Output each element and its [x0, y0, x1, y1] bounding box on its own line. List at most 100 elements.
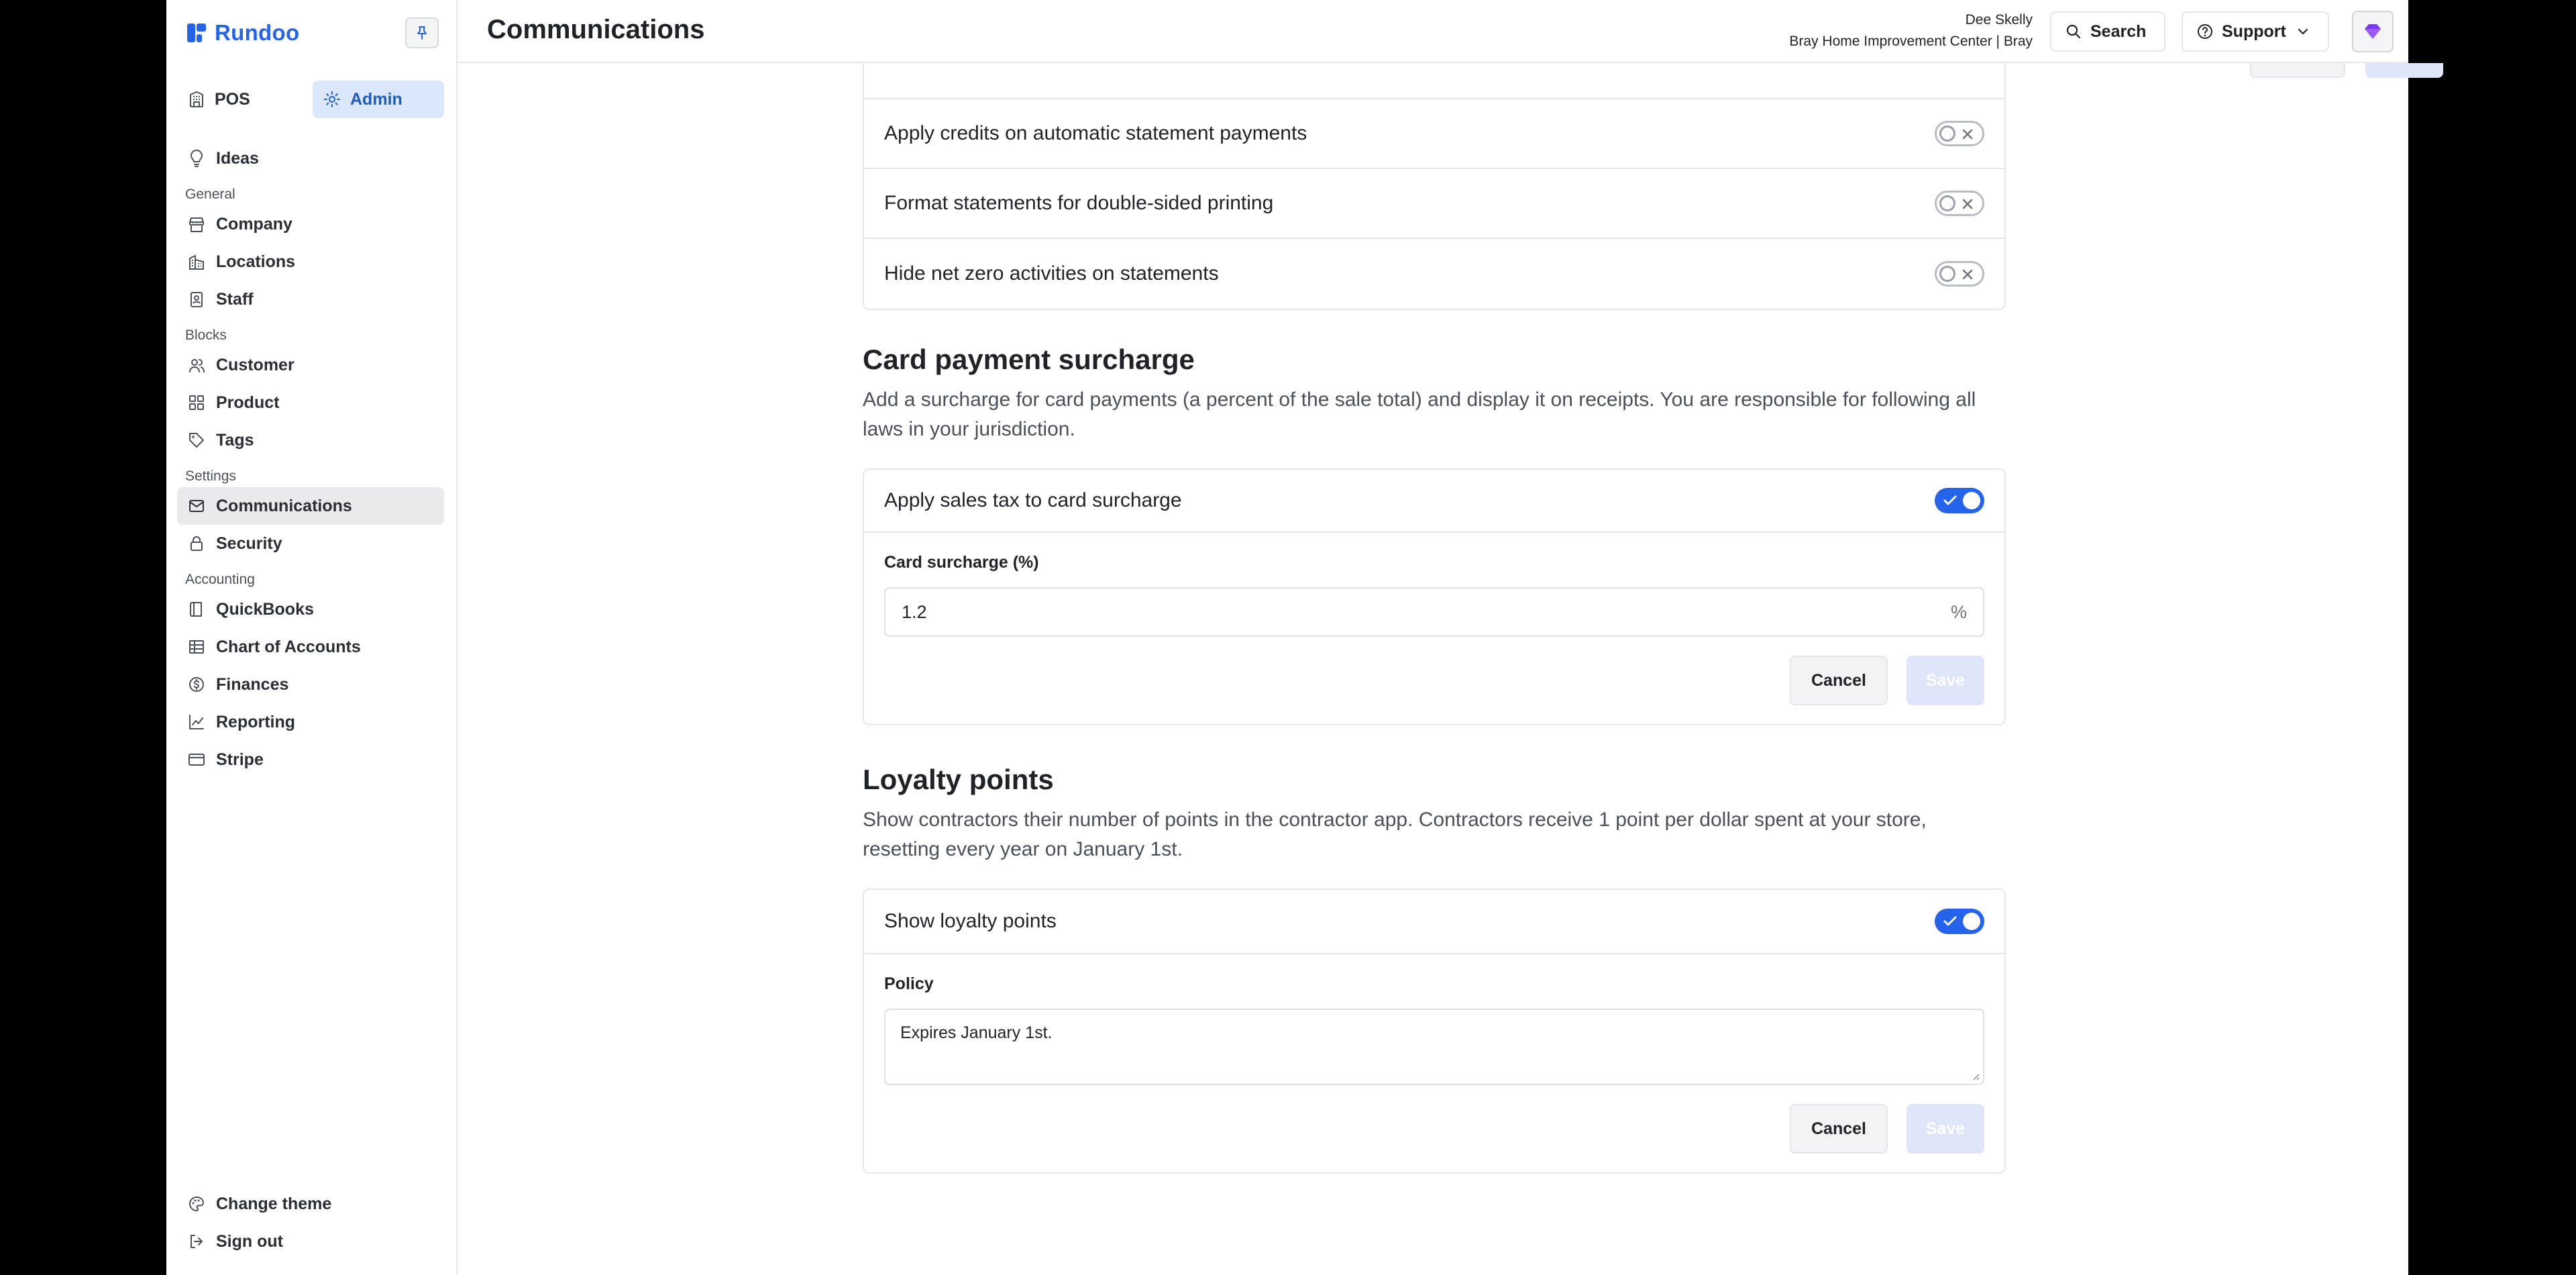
sign-out-button[interactable]: Sign out [177, 1223, 444, 1260]
sidebar-item-company[interactable]: Company [177, 205, 444, 243]
cancel-button[interactable]: Cancel [1790, 1104, 1888, 1154]
sidebar-item-label: Product [216, 393, 280, 412]
sidebar-item-ideas[interactable]: Ideas [177, 140, 444, 177]
sidebar-item-chart-of-accounts[interactable]: Chart of Accounts [177, 628, 444, 666]
page-title: Communications [487, 15, 705, 44]
sidebar-item-finances[interactable]: Finances [177, 666, 444, 703]
storefront-icon [189, 217, 204, 232]
help-circle-icon [2198, 24, 2212, 39]
app-window: Rundoo POS Admin Ideas General Company L… [166, 0, 2443, 1275]
search-icon [2066, 24, 2081, 39]
change-theme-button[interactable]: Change theme [177, 1185, 444, 1223]
policy-textarea[interactable]: Expires January 1st. [884, 1009, 1984, 1085]
sidebar-item-label: Communications [216, 496, 352, 515]
statement-options-card: Apply credits on automatic statement pay… [863, 30, 2006, 310]
loyalty-actions: Cancel Save [864, 1085, 2004, 1172]
users-icon [189, 359, 205, 372]
save-button[interactable]: Save [1907, 1104, 1984, 1154]
card-surcharge-input[interactable]: 1.2 % [884, 587, 1984, 637]
card-surcharge-card: Apply sales tax to card surcharge Card s… [863, 468, 2006, 725]
cancel-button[interactable]: Cancel [1790, 656, 1888, 705]
toggle-show-loyalty-points[interactable] [1935, 909, 1984, 934]
settings-scroll-area[interactable]: Apply credits on automatic statement pay… [458, 0, 2443, 1275]
store-icon [190, 91, 203, 107]
sidebar-item-staff[interactable]: Staff [177, 280, 444, 318]
grid-icon [189, 395, 204, 410]
lightbulb-icon [191, 150, 203, 167]
sidebar-item-communications[interactable]: Communications [177, 487, 444, 525]
sidebar-nav: Ideas General Company Locations Staff Bl… [177, 140, 444, 778]
sidebar-item-customer[interactable]: Customer [177, 346, 444, 384]
surcharge-field: Card surcharge (%) 1.2 % [864, 533, 2004, 637]
sidebar-item-label: Chart of Accounts [216, 637, 361, 656]
pin-sidebar-button[interactable] [405, 17, 439, 48]
sidebar-item-locations[interactable]: Locations [177, 243, 444, 280]
surcharge-tax-label: Apply sales tax to card surcharge [884, 489, 1182, 511]
search-label: Search [2090, 21, 2147, 41]
pin-icon [417, 26, 427, 40]
x-icon [1962, 199, 1973, 209]
rundoo-logo-icon [186, 23, 207, 43]
policy-field-label: Policy [884, 974, 934, 993]
search-button[interactable]: Search [2050, 11, 2165, 52]
support-dropdown[interactable]: Support [2182, 11, 2329, 52]
diamond-logo-icon [2365, 24, 2381, 39]
mode-switch: POS Admin [177, 81, 444, 118]
main-content: Apply credits on automatic statement pay… [458, 0, 2443, 1275]
avatar[interactable] [2352, 11, 2394, 52]
lock-icon [191, 536, 203, 551]
statement-row-label: Apply credits on automatic statement pay… [884, 122, 1307, 144]
check-icon [1943, 916, 1957, 926]
nav-group-accounting: Accounting [185, 572, 255, 587]
book-icon [190, 602, 202, 617]
resize-grip-icon[interactable] [1970, 1070, 1980, 1081]
sidebar-item-reporting[interactable]: Reporting [177, 703, 444, 741]
sidebar-item-stripe[interactable]: Stripe [177, 741, 444, 778]
loyalty-section: Loyalty points Show contractors their nu… [863, 764, 2006, 864]
card-surcharge-value: 1.2 [902, 601, 927, 622]
toggle-apply-sales-tax[interactable] [1935, 488, 1984, 513]
brand[interactable]: Rundoo [186, 20, 299, 46]
sidebar-item-label: Security [216, 533, 282, 553]
toggle-hide-net-zero[interactable] [1935, 261, 1984, 287]
policy-value: Expires January 1st. [900, 1023, 1053, 1042]
sidebar-item-product[interactable]: Product [177, 384, 444, 421]
chevron-down-icon [2298, 28, 2308, 35]
dollar-circle-icon [189, 677, 204, 692]
sign-out-icon [191, 1235, 203, 1248]
sidebar-item-label: Tags [216, 430, 254, 450]
percent-suffix: % [1950, 601, 1967, 622]
mail-icon [189, 500, 204, 512]
policy-field: Policy Expires January 1st. [864, 954, 2004, 1085]
pos-button[interactable]: POS [177, 81, 305, 118]
sidebar-item-label: Ideas [216, 148, 259, 168]
line-chart-icon [189, 715, 204, 729]
badge-icon [191, 292, 203, 307]
surcharge-tax-row: Apply sales tax to card surcharge [864, 470, 2004, 533]
sidebar-item-label: Change theme [216, 1194, 332, 1213]
sidebar-item-label: Company [216, 214, 292, 234]
gear-icon [324, 91, 340, 107]
section-description: Add a surcharge for card payments (a per… [863, 389, 1976, 440]
admin-button[interactable]: Admin [313, 81, 444, 118]
palette-icon [189, 1196, 205, 1212]
sidebar-item-tags[interactable]: Tags [177, 421, 444, 459]
loyalty-toggle-label: Show loyalty points [884, 910, 1057, 932]
sidebar-item-label: Staff [216, 289, 254, 309]
surcharge-actions: Cancel Save [864, 637, 2004, 724]
sidebar-item-security[interactable]: Security [177, 525, 444, 562]
section-title: Loyalty points [863, 764, 1054, 795]
x-icon [1962, 269, 1973, 280]
pos-label: POS [215, 89, 250, 109]
admin-label: Admin [350, 89, 402, 109]
loyalty-card: Show loyalty points Policy Expires Janua… [863, 888, 2006, 1174]
sidebar-item-quickbooks[interactable]: QuickBooks [177, 591, 444, 628]
toggle-double-sided[interactable] [1935, 191, 1984, 216]
save-button[interactable]: Save [1907, 656, 1984, 705]
statement-row-label: Hide net zero activities on statements [884, 262, 1219, 285]
sidebar-item-label: QuickBooks [216, 599, 314, 619]
nav-group-blocks: Blocks [185, 327, 227, 343]
sidebar-item-label: Stripe [216, 750, 264, 769]
section-title: Card payment surcharge [863, 344, 1195, 375]
toggle-apply-credits[interactable] [1935, 121, 1984, 146]
